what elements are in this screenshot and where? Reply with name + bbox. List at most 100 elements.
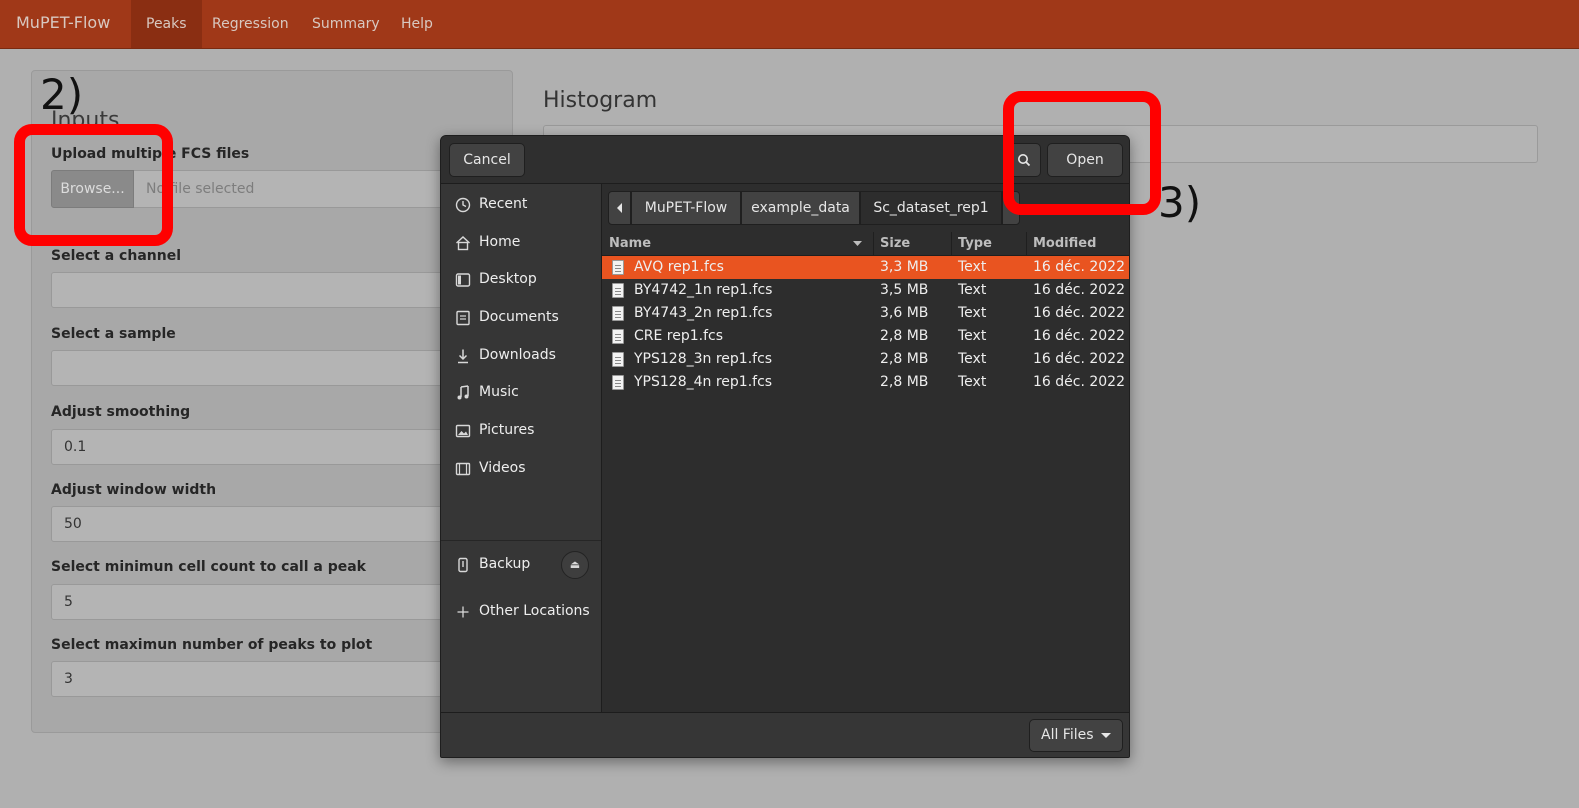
- column-name[interactable]: Name: [609, 232, 651, 255]
- file-name: AVQ rep1.fcs: [634, 259, 724, 275]
- place-label: Downloads: [479, 347, 556, 363]
- file-type: Text: [958, 328, 987, 344]
- videos-icon: [455, 462, 471, 476]
- column-divider: [873, 232, 874, 255]
- file-list-row[interactable]: CRE rep1.fcs 2,8 MB Text 16 déc. 2022: [602, 325, 1129, 348]
- file-name: BY4743_2n rep1.fcs: [634, 305, 773, 321]
- file-list-row[interactable]: AVQ rep1.fcs 3,3 MB Text 16 déc. 2022: [602, 256, 1129, 279]
- place-music[interactable]: Music: [441, 375, 601, 411]
- brand[interactable]: MuPET-Flow: [16, 13, 110, 32]
- eject-button[interactable]: ⏏: [561, 551, 589, 579]
- channel-select[interactable]: [51, 272, 471, 308]
- place-label: Recent: [479, 196, 528, 212]
- column-size[interactable]: Size: [880, 232, 910, 255]
- usb-drive-icon: [458, 557, 468, 573]
- file-size: 2,8 MB: [880, 328, 929, 344]
- music-icon: [457, 385, 469, 400]
- window-width-input[interactable]: 50: [51, 506, 471, 542]
- place-other-locations[interactable]: Other Locations: [441, 594, 601, 630]
- text-file-icon: [612, 283, 624, 298]
- min-count-label: Select minimun cell count to call a peak: [51, 559, 366, 575]
- tab-regression[interactable]: Regression: [197, 0, 304, 48]
- clock-icon: [455, 197, 471, 213]
- text-file-icon: [612, 306, 624, 321]
- file-size: 2,8 MB: [880, 351, 929, 367]
- tab-help[interactable]: Help: [386, 0, 448, 48]
- column-modified[interactable]: Modified: [1033, 232, 1096, 255]
- file-modified: 16 déc. 2022: [1033, 328, 1125, 344]
- file-name: CRE rep1.fcs: [634, 328, 724, 344]
- file-name: YPS128_3n rep1.fcs: [634, 351, 773, 367]
- column-divider: [951, 232, 952, 255]
- file-size: 3,5 MB: [880, 282, 929, 298]
- text-file-icon: [612, 352, 624, 367]
- chevron-down-icon: [1101, 733, 1111, 738]
- file-size: 3,6 MB: [880, 305, 929, 321]
- place-label: Pictures: [479, 422, 535, 438]
- download-icon: [458, 349, 468, 364]
- file-type: Text: [958, 282, 987, 298]
- file-modified: 16 déc. 2022: [1033, 259, 1125, 275]
- file-chooser-dialog: Cancel Open Recent Home Desktop Document…: [440, 135, 1130, 758]
- place-pictures[interactable]: Pictures: [441, 413, 601, 449]
- min-count-input[interactable]: 5: [51, 584, 471, 620]
- file-list-row[interactable]: YPS128_4n rep1.fcs 2,8 MB Text 16 déc. 2022: [602, 371, 1129, 394]
- places-sidebar: Recent Home Desktop Documents Downloads …: [441, 184, 602, 712]
- path-back-button[interactable]: [608, 191, 631, 225]
- file-modified: 16 déc. 2022: [1033, 282, 1125, 298]
- chevron-left-icon: [616, 203, 622, 213]
- file-filter-label: All Files: [1041, 727, 1094, 743]
- column-type[interactable]: Type: [958, 232, 992, 255]
- highlight-box-browse: [14, 124, 173, 246]
- place-label: Backup: [479, 556, 531, 572]
- file-type: Text: [958, 374, 987, 390]
- desktop-icon: [455, 273, 471, 287]
- sample-label: Select a sample: [51, 326, 176, 342]
- tab-summary[interactable]: Summary: [297, 0, 395, 48]
- smoothing-input[interactable]: 0.1: [51, 429, 471, 465]
- path-segment-mupet-flow[interactable]: MuPET-Flow: [631, 191, 741, 225]
- file-filter-dropdown[interactable]: All Files: [1029, 719, 1123, 752]
- text-file-icon: [612, 375, 624, 390]
- file-list-row[interactable]: YPS128_3n rep1.fcs 2,8 MB Text 16 déc. 2022: [602, 348, 1129, 371]
- cancel-button[interactable]: Cancel: [449, 143, 525, 177]
- place-label: Other Locations: [479, 603, 590, 619]
- place-downloads[interactable]: Downloads: [441, 338, 601, 374]
- place-label: Home: [479, 234, 521, 250]
- place-desktop[interactable]: Desktop: [441, 262, 601, 298]
- file-modified: 16 déc. 2022: [1033, 305, 1125, 321]
- file-modified: 16 déc. 2022: [1033, 374, 1125, 390]
- tab-peaks[interactable]: Peaks: [131, 0, 202, 48]
- file-list-area: MuPET-Flow example_data Sc_dataset_rep1 …: [602, 184, 1129, 712]
- path-segment-sc-dataset-rep1[interactable]: Sc_dataset_rep1: [860, 191, 1002, 225]
- file-name: YPS128_4n rep1.fcs: [634, 374, 773, 390]
- sample-select[interactable]: [51, 350, 471, 386]
- text-file-icon: [612, 260, 624, 275]
- file-type: Text: [958, 351, 987, 367]
- plus-icon: [457, 606, 469, 618]
- max-peaks-input[interactable]: 3: [51, 661, 471, 697]
- place-home[interactable]: Home: [441, 225, 601, 261]
- file-list-row[interactable]: BY4743_2n rep1.fcs 3,6 MB Text 16 déc. 2022: [602, 302, 1129, 325]
- home-icon: [456, 236, 470, 251]
- file-type: Text: [958, 305, 987, 321]
- file-size: 3,3 MB: [880, 259, 929, 275]
- place-documents[interactable]: Documents: [441, 300, 601, 336]
- eject-icon: ⏏: [569, 558, 581, 571]
- place-label: Desktop: [479, 271, 537, 287]
- pictures-icon: [455, 424, 471, 438]
- path-segment-example-data[interactable]: example_data: [741, 191, 860, 225]
- dialog-footer: All Files: [441, 712, 1129, 757]
- file-status: No file selected: [134, 170, 471, 208]
- channel-label: Select a channel: [51, 248, 181, 264]
- max-peaks-label: Select maximun number of peaks to plot: [51, 637, 373, 653]
- documents-icon: [456, 310, 470, 326]
- file-list-row[interactable]: BY4742_1n rep1.fcs 3,5 MB Text 16 déc. 2022: [602, 279, 1129, 302]
- place-videos[interactable]: Videos: [441, 451, 601, 487]
- step-3-label: 3): [1158, 178, 1202, 227]
- file-name: BY4742_1n rep1.fcs: [634, 282, 773, 298]
- file-size: 2,8 MB: [880, 374, 929, 390]
- place-label: Documents: [479, 309, 559, 325]
- window-width-label: Adjust window width: [51, 482, 217, 498]
- place-recent[interactable]: Recent: [441, 187, 601, 223]
